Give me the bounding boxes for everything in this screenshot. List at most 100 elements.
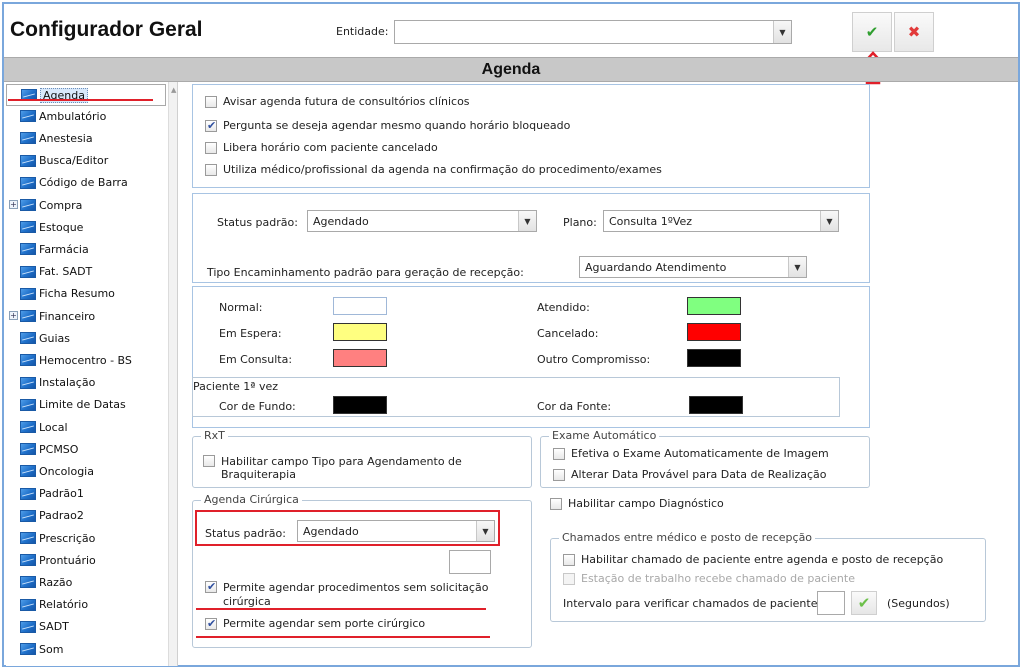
sidebar-item[interactable]: SADT: [6, 617, 166, 637]
checkbox[interactable]: [553, 468, 565, 481]
checkbox[interactable]: [205, 119, 217, 132]
checkbox[interactable]: [205, 580, 217, 593]
atendido-color-swatch[interactable]: [687, 297, 741, 315]
sidebar-item[interactable]: Estoque: [6, 217, 166, 237]
sidebar-item[interactable]: Guias: [6, 328, 166, 348]
sidebar-item[interactable]: Fat. SADT: [6, 262, 166, 282]
colors-panel: Normal: Em Espera: Em Consulta: Atendido…: [192, 286, 870, 428]
sidebar-item[interactable]: Instalação: [6, 373, 166, 393]
checkbox[interactable]: [205, 617, 217, 630]
status-select[interactable]: Agendado ▼: [307, 210, 537, 232]
sidebar-item-label: Prontuário: [39, 553, 96, 567]
scroll-up-icon[interactable]: ▲: [171, 86, 176, 94]
sidebar-item-label: Anestesia: [39, 131, 93, 145]
chevron-down-icon[interactable]: ▼: [788, 257, 806, 277]
option-diagnostico[interactable]: Habilitar campo Diagnóstico: [550, 497, 724, 510]
option-libera-horario[interactable]: Libera horário com paciente cancelado: [205, 141, 438, 154]
option-habilitar-chamado[interactable]: Habilitar chamado de paciente entre agen…: [563, 553, 943, 566]
cor-fonte-swatch[interactable]: [689, 396, 743, 414]
sidebar-item[interactable]: Som: [6, 639, 166, 659]
checkbox[interactable]: [203, 455, 215, 467]
normal-color-swatch[interactable]: [333, 297, 387, 315]
option-avisar-agenda[interactable]: Avisar agenda futura de consultórios clí…: [205, 95, 470, 108]
folder-icon: [20, 243, 36, 256]
checkbox[interactable]: [553, 447, 565, 460]
checkbox[interactable]: [205, 95, 217, 108]
folder-icon: [20, 443, 36, 456]
sidebar-item[interactable]: Local: [6, 417, 166, 437]
cancel-button[interactable]: ✖: [894, 12, 934, 52]
option-sem-solicitacao[interactable]: Permite agendar procedimentos sem solici…: [205, 580, 488, 609]
chamados-legend: Chamados entre médico e posto de recepçã…: [559, 531, 816, 544]
outro-color-swatch[interactable]: [687, 349, 741, 367]
plano-select[interactable]: Consulta 1ºVez ▼: [603, 210, 839, 232]
plus-icon[interactable]: +: [9, 311, 18, 320]
sidebar-item[interactable]: Código de Barra: [6, 173, 166, 193]
sidebar-item[interactable]: Ficha Resumo: [6, 284, 166, 304]
cancelado-color-swatch[interactable]: [687, 323, 741, 341]
em-consulta-color-swatch[interactable]: [333, 349, 387, 367]
segundos-label: (Segundos): [887, 597, 950, 610]
option-efetiva-exame[interactable]: Efetiva o Exame Automaticamente de Image…: [553, 447, 829, 460]
sidebar-item[interactable]: Padrao2: [6, 506, 166, 526]
cor-fundo-swatch[interactable]: [333, 396, 387, 414]
cirurgica-extra-field[interactable]: [449, 550, 491, 574]
sidebar-item[interactable]: + Financeiro: [6, 306, 166, 326]
sidebar-item[interactable]: Limite de Datas: [6, 395, 166, 415]
folder-icon: [20, 176, 36, 189]
folder-icon: [20, 421, 36, 433]
folder-icon: [20, 265, 36, 278]
sidebar-item[interactable]: Ambulatório: [6, 106, 166, 126]
entity-select[interactable]: ▼: [394, 20, 792, 44]
option-utiliza-medico[interactable]: Utiliza médico/profissional da agenda na…: [205, 163, 662, 176]
sidebar-item[interactable]: Relatório: [6, 595, 166, 615]
sidebar-item-label: Padrao2: [39, 509, 84, 523]
intervalo-confirm-button[interactable]: ✔: [851, 591, 877, 615]
checkbox[interactable]: [563, 553, 575, 566]
em-espera-color-swatch[interactable]: [333, 323, 387, 341]
sidebar-item[interactable]: Razão: [6, 572, 166, 592]
folder-icon: [20, 110, 36, 123]
expand-icon[interactable]: +: [6, 195, 20, 215]
option-braquiterapia[interactable]: Habilitar campo Tipo para Agendamento de…: [203, 455, 462, 481]
expand-icon[interactable]: +: [6, 306, 20, 326]
sidebar-item[interactable]: + Compra: [6, 195, 166, 215]
sidebar-item-label: Guias: [39, 331, 71, 345]
sidebar-scrollbar[interactable]: ▲: [168, 82, 177, 666]
option-pergunta-agendar[interactable]: Pergunta se deseja agendar mesmo quando …: [205, 119, 570, 132]
checkbox[interactable]: [205, 141, 217, 154]
sidebar-item[interactable]: Farmácia: [6, 239, 166, 259]
confirm-button[interactable]: ✔: [852, 12, 892, 52]
rxt-legend: RxT: [201, 429, 228, 442]
chevron-down-icon[interactable]: ▼: [773, 21, 791, 43]
option-alterar-data[interactable]: Alterar Data Provável para Data de Reali…: [553, 468, 827, 481]
intervalo-input[interactable]: [817, 591, 845, 615]
checkbox[interactable]: [550, 497, 562, 510]
encaminhamento-select[interactable]: Aguardando Atendimento ▼: [579, 256, 807, 278]
chevron-down-icon[interactable]: ▼: [820, 211, 838, 231]
sidebar-item-label: Busca/Editor: [39, 154, 109, 168]
option-sem-porte[interactable]: Permite agendar sem porte cirúrgico: [205, 617, 425, 630]
sidebar-item[interactable]: Oncologia: [6, 461, 166, 481]
sidebar-item[interactable]: Hemocentro - BS: [6, 350, 166, 370]
outro-label: Outro Compromisso:: [537, 353, 651, 366]
sidebar-item[interactable]: PCMSO: [6, 439, 166, 459]
folder-icon: [20, 199, 36, 211]
folder-icon: [20, 332, 36, 345]
chevron-down-icon[interactable]: ▼: [518, 211, 536, 231]
sidebar-item[interactable]: Agenda: [6, 84, 166, 106]
checkbox[interactable]: [205, 163, 217, 176]
sidebar-item[interactable]: Prontuário: [6, 550, 166, 570]
chamados-group: Chamados entre médico e posto de recepçã…: [550, 531, 986, 622]
sidebar-item[interactable]: Busca/Editor: [6, 151, 166, 171]
plus-icon[interactable]: +: [9, 200, 18, 209]
sidebar-item[interactable]: Padrão1: [6, 484, 166, 504]
sidebar-item[interactable]: Prescrição: [6, 528, 166, 548]
sidebar-item[interactable]: Anestesia: [6, 128, 166, 148]
